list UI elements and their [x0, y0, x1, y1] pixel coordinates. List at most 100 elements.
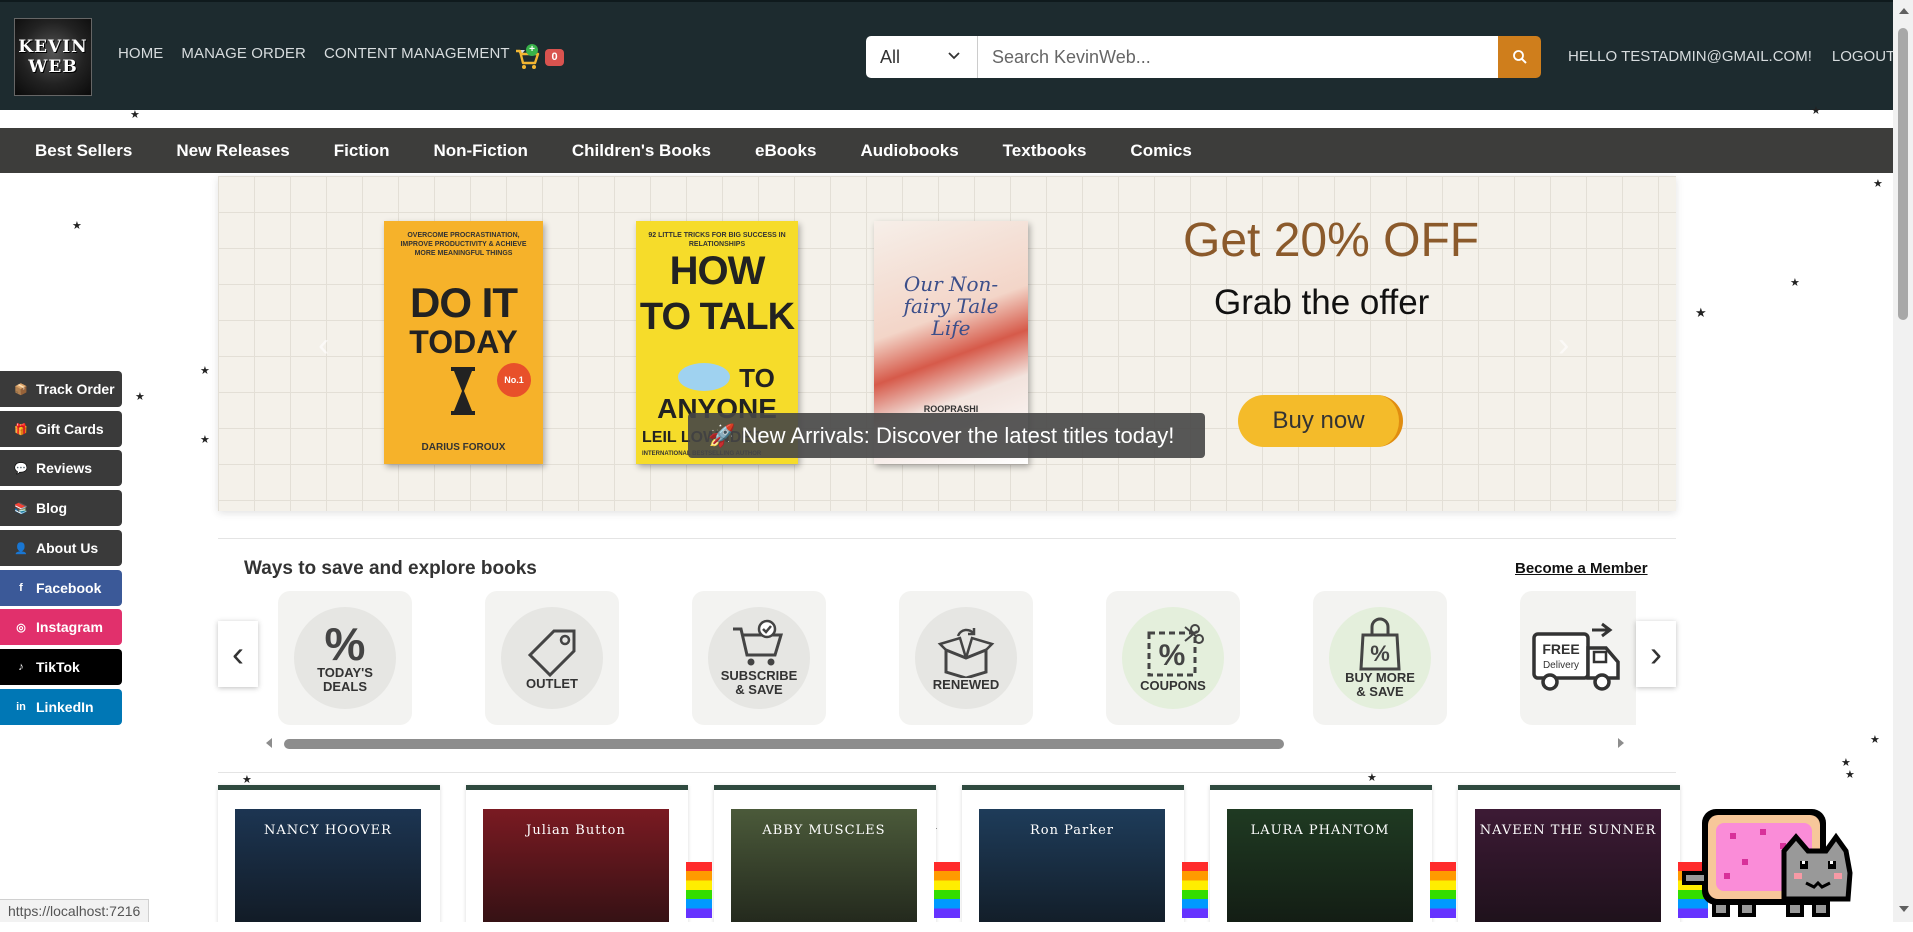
tile-coupons[interactable]: % COUPONS [1106, 591, 1240, 725]
side-button-about-us[interactable]: 👤 About Us [0, 530, 122, 566]
tag-icon [527, 629, 576, 677]
category-comics[interactable]: Comics [1130, 141, 1191, 161]
side-button-label: Blog [36, 500, 68, 516]
book-cover-image[interactable]: LAURA PHANTOM [1227, 809, 1413, 922]
side-button-tiktok[interactable]: ♪ TikTok [0, 649, 122, 685]
become-member-link[interactable]: Become a Member [1515, 560, 1648, 577]
ways-next-button[interactable]: › [1636, 621, 1676, 687]
banner-headline: Get 20% OFF [1183, 214, 1480, 267]
category-non-fiction[interactable]: Non-Fiction [433, 141, 527, 161]
cart-count-badge: 0 [545, 49, 564, 66]
site-logo[interactable]: KEVIN WEB [14, 18, 92, 96]
side-button-label: Instagram [36, 619, 103, 635]
book-cover-do-it-today[interactable]: OVERCOME PROCRASTINATION, IMPROVE PRODUC… [384, 221, 543, 464]
tile-label: OUTLET [526, 676, 578, 691]
scroll-right-icon [1618, 738, 1624, 748]
side-button-blog[interactable]: 📚 Blog [0, 490, 122, 526]
vertical-scroll-thumb[interactable] [1898, 28, 1908, 320]
tile-renewed[interactable]: RENEWED [899, 591, 1033, 725]
ways-prev-button[interactable]: ‹ [218, 621, 258, 687]
rainbow-trail-decoration [1182, 862, 1208, 918]
category-childrens-books[interactable]: Children's Books [572, 141, 711, 161]
star-decoration: ★ [1811, 105, 1821, 117]
book-cover-image[interactable]: NAVEEN THE SUNNER [1475, 809, 1661, 922]
search-input[interactable] [978, 36, 1498, 78]
chevron-left-icon: ‹ [232, 633, 244, 674]
star-decoration: ★ [1845, 769, 1855, 781]
ways-horizontal-scrollbar[interactable] [264, 736, 1626, 750]
book-cover-author: NAVEEN THE SUNNER [1479, 823, 1657, 838]
book-card[interactable]: Julian Button [466, 785, 688, 922]
section-divider [218, 772, 1676, 773]
category-ebooks[interactable]: eBooks [755, 141, 816, 161]
rainbow-trail-decoration [1430, 862, 1456, 918]
browser-viewport: KEVIN WEB HOME MANAGE ORDER CONTENT MANA… [0, 0, 1893, 922]
book2-title-2: TO TALK [639, 296, 795, 338]
tile-label: RENEWED [932, 677, 1000, 692]
category-nav: Best Sellers New Releases Fiction Non-Fi… [0, 128, 1893, 173]
search-category-select[interactable]: All [866, 36, 978, 78]
category-best-sellers[interactable]: Best Sellers [35, 141, 132, 161]
category-fiction[interactable]: Fiction [334, 141, 390, 161]
chevron-down-icon [948, 52, 960, 60]
cart-button[interactable]: + 0 [514, 44, 564, 72]
hourglass-icon [451, 367, 475, 415]
category-audiobooks[interactable]: Audiobooks [860, 141, 958, 161]
book-card[interactable]: LAURA PHANTOM [1210, 785, 1432, 922]
book-cover-image[interactable]: ABBY MUSCLES [731, 809, 917, 922]
search-bar: All [866, 36, 1541, 78]
carousel-prev-icon[interactable]: ‹ [318, 326, 329, 365]
buy-now-button[interactable]: Buy now [1238, 395, 1403, 447]
scroll-up-icon[interactable] [1899, 8, 1909, 14]
tile-outlet[interactable]: OUTLET [485, 591, 619, 725]
search-button[interactable] [1498, 36, 1541, 78]
tile-buy-more-save[interactable]: % BUY MORE & SAVE [1313, 591, 1447, 725]
facebook-icon: f [19, 582, 23, 594]
side-button-linkedin[interactable]: in LinkedIn [0, 689, 122, 725]
side-button-label: TikTok [36, 659, 80, 675]
nav-home[interactable]: HOME [118, 45, 163, 62]
scroll-down-icon[interactable] [1899, 906, 1909, 912]
book-cover-image[interactable]: Ron Parker [979, 809, 1165, 922]
nav-manage-order[interactable]: MANAGE ORDER [181, 45, 306, 62]
tile-todays-deals[interactable]: % TODAY'S DEALS [278, 591, 412, 725]
carousel-next-icon[interactable]: › [1558, 326, 1569, 365]
book-cover-image[interactable]: Julian Button [483, 809, 669, 922]
side-button-label: Track Order [36, 381, 115, 397]
books-icon: 📚 [14, 502, 28, 515]
logo-line-2: WEB [28, 57, 78, 77]
logout-link[interactable]: LOGOUT [1832, 48, 1893, 65]
book-card[interactable]: ABBY MUSCLES [714, 785, 936, 922]
promo-banner: OVERCOME PROCRASTINATION, IMPROVE PRODUC… [218, 176, 1676, 511]
side-button-instagram[interactable]: ◎ Instagram [0, 609, 122, 645]
side-button-facebook[interactable]: f Facebook [0, 570, 122, 606]
book1-author: DARIUS FOROUX [421, 442, 506, 453]
side-button-label: LinkedIn [36, 699, 94, 715]
side-button-reviews[interactable]: 💬 Reviews [0, 450, 122, 486]
book-cover-author: NANCY HOOVER [264, 823, 392, 838]
side-button-gift-cards[interactable]: 🎁 Gift Cards [0, 411, 122, 447]
book3-title: Our Non-fairy Tale Life [903, 272, 999, 340]
category-textbooks[interactable]: Textbooks [1003, 141, 1087, 161]
book-card[interactable]: NAVEEN THE SUNNER [1458, 785, 1680, 922]
book-cover-author: ABBY MUSCLES [762, 823, 886, 838]
cart-plus-icon: + [526, 44, 538, 56]
nav-content-management[interactable]: CONTENT MANAGEMENT [324, 45, 525, 62]
tile-circle: RENEWED [915, 607, 1017, 709]
nav-content-management-label: CONTENT MANAGEMENT [323, 45, 510, 62]
tile-circle: % BUY MORE & SAVE [1329, 607, 1431, 709]
book-cover-image[interactable]: NANCY HOOVER [235, 809, 421, 922]
page-vertical-scrollbar[interactable] [1893, 0, 1913, 922]
book1-title-2: TODAY [409, 324, 518, 360]
person-icon: 👤 [14, 542, 28, 555]
tile-subscribe-save[interactable]: SUBSCRIBE & SAVE [692, 591, 826, 725]
book-card[interactable]: NANCY HOOVER [218, 785, 440, 922]
book2-top-text: 92 LITTLE TRICKS FOR BIG SUCCESS IN RELA… [648, 232, 786, 248]
horizontal-scroll-thumb[interactable] [284, 739, 1284, 749]
tile-free-delivery[interactable]: FREE Delivery [1520, 591, 1636, 725]
side-button-track-order[interactable]: 📦 Track Order [0, 371, 122, 407]
book-card[interactable]: Ron Parker [962, 785, 1184, 922]
main-nav: HOME MANAGE ORDER CONTENT MANAGEMENT [118, 45, 525, 62]
category-new-releases[interactable]: New Releases [176, 141, 289, 161]
user-greeting[interactable]: HELLO TESTADMIN@GMAIL.COM! [1568, 48, 1812, 65]
